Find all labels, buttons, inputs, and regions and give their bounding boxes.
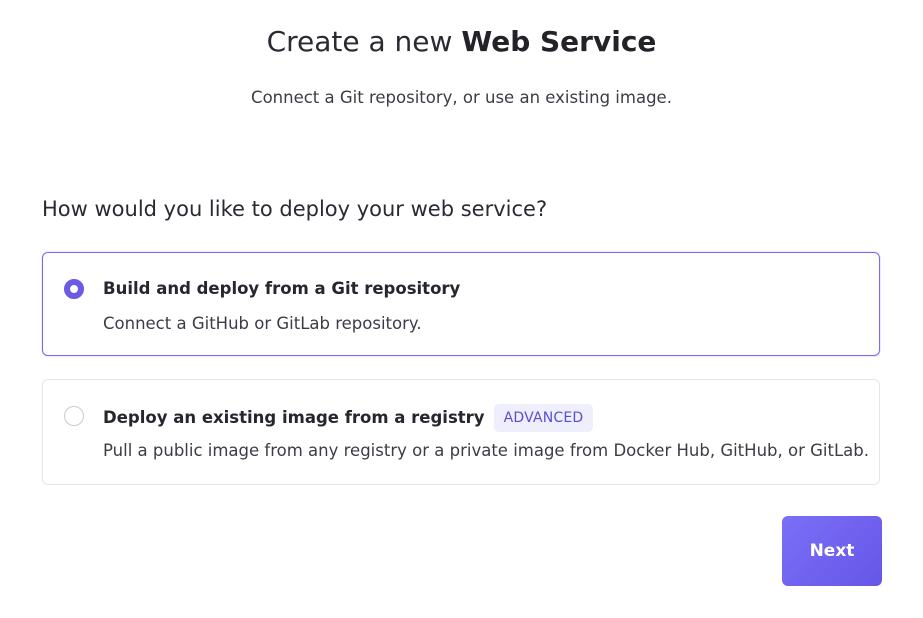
deploy-method-question: How would you like to deploy your web se… [42, 197, 548, 221]
advanced-badge: ADVANCED [493, 404, 594, 432]
page-title-service-type: Web Service [461, 25, 657, 58]
option-existing-image-description: Pull a public image from any registry or… [103, 441, 869, 460]
option-existing-image-label: Deploy an existing image from a registry [103, 408, 485, 427]
page-subtitle: Connect a Git repository, or use an exis… [251, 88, 672, 107]
page-title-prefix: Create a new [266, 25, 462, 58]
radio-unselected-icon[interactable] [64, 406, 84, 426]
next-button[interactable]: Next [782, 516, 882, 586]
option-git-repository-label: Build and deploy from a Git repository [103, 279, 461, 298]
option-git-repository-title: Build and deploy from a Git repository [103, 277, 460, 301]
option-git-repository[interactable]: Build and deploy from a Git repository C… [42, 252, 880, 356]
page-title: Create a new Web Service [0, 22, 923, 62]
radio-selected-icon[interactable] [64, 279, 84, 299]
option-git-repository-description: Connect a GitHub or GitLab repository. [103, 314, 422, 333]
option-existing-image[interactable]: Deploy an existing image from a registry… [42, 379, 880, 485]
option-existing-image-title: Deploy an existing image from a registry… [103, 404, 594, 432]
